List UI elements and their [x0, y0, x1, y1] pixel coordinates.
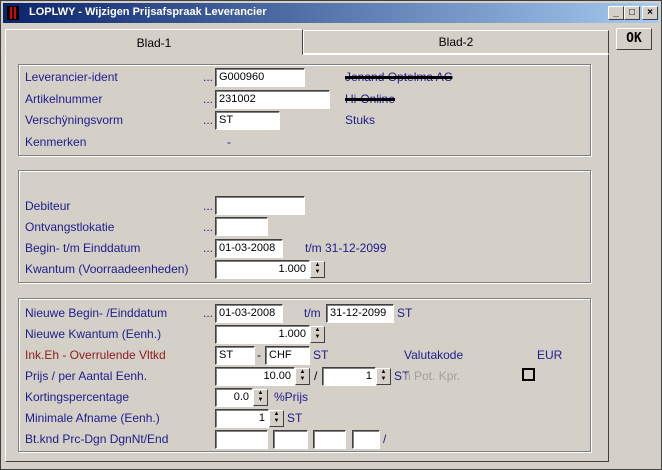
valutakode-label: Valutakode	[404, 348, 464, 362]
korting-unit: %Prijs	[274, 390, 309, 404]
verschijning-field[interactable]: ST	[215, 111, 280, 130]
spin-up-icon[interactable]: ▲	[254, 390, 267, 397]
prijs-stepper[interactable]: ▲ ▼	[295, 368, 310, 385]
begin-label: Begin- t/m Einddatum	[25, 241, 141, 255]
spin-up-icon[interactable]: ▲	[311, 262, 324, 269]
artikel-label: Artikelnummer	[25, 92, 103, 106]
verschijning-label: Verschÿningsvorm	[25, 113, 124, 127]
inkeh-separator: -	[257, 348, 261, 362]
nieuwe-kwantum-stepper[interactable]: ▲ ▼	[310, 326, 325, 343]
app-icon	[7, 6, 19, 20]
nieuwe-begin-unit: ST	[397, 306, 413, 320]
tab-blad-1[interactable]: Blad-1	[5, 29, 303, 55]
valutakode-value: EUR	[537, 348, 563, 362]
btknd-separator: /	[383, 432, 387, 446]
window-title: LOPLWY - Wijzigen Prijsafspraak Leveranc…	[29, 6, 267, 18]
leader-dots: ...	[203, 92, 214, 106]
minafname-unit: ST	[287, 411, 303, 425]
minafname-field[interactable]: 1	[215, 409, 269, 428]
vltkd-field[interactable]: CHF	[265, 346, 310, 365]
prijs-label: Prijs / per Aantal Eenh.	[25, 369, 148, 383]
leader-dots: ...	[203, 220, 214, 234]
title-bar[interactable]: LOPLWY - Wijzigen Prijsafspraak Leveranc…	[3, 3, 659, 23]
aantal-field[interactable]: 1	[322, 367, 376, 386]
korting-stepper[interactable]: ▲ ▼	[253, 389, 268, 406]
spin-down-icon[interactable]: ▼	[296, 376, 309, 383]
prijs-field[interactable]: 10.00	[215, 367, 295, 386]
nieuwe-begin-label: Nieuwe Begin- /Einddatum	[25, 306, 168, 320]
minafname-stepper[interactable]: ▲ ▼	[269, 410, 284, 427]
leader-dots: ...	[203, 241, 214, 255]
ok-button[interactable]: OK	[616, 28, 652, 50]
ontvangst-field[interactable]	[215, 217, 268, 236]
kwantum-label: Kwantum (Voorraadeenheden)	[25, 262, 189, 276]
close-button[interactable]: ×	[642, 6, 658, 20]
identification-group: Leverancier-ident ... G000960 Jenand Opt…	[18, 64, 591, 156]
ontvangst-label: Ontvangstlokatie	[25, 220, 115, 234]
spin-down-icon[interactable]: ▼	[377, 376, 390, 383]
btknd-field-1[interactable]	[215, 430, 268, 449]
leverancier-name: Jenand Optelma AC	[345, 70, 453, 84]
btknd-field-4[interactable]	[352, 430, 380, 449]
kwantum-stepper[interactable]: ▲ ▼	[310, 261, 325, 278]
debiteur-label: Debiteur	[25, 199, 71, 213]
kenmerken-label: Kenmerken	[25, 135, 87, 149]
aantal-stepper[interactable]: ▲ ▼	[376, 368, 391, 385]
end-date-text: t/m 31-12-2099	[305, 241, 387, 255]
artikel-field[interactable]: 231002	[215, 90, 330, 109]
begin-date-field[interactable]: 01-03-2008	[215, 239, 283, 258]
leader-dots: ...	[203, 199, 214, 213]
spin-up-icon[interactable]: ▲	[311, 327, 324, 334]
inkeh-unit: ST	[313, 348, 329, 362]
minafname-label: Minimale Afname (Eenh.)	[25, 411, 160, 425]
artikel-name: Hi-Online	[345, 92, 396, 106]
inkeh-label: Ink.Eh - Overrulende Vltkd	[25, 348, 166, 362]
spin-up-icon[interactable]: ▲	[270, 411, 283, 418]
tab-panel: Leverancier-ident ... G000960 Jenand Opt…	[5, 54, 609, 462]
pot-kpr-label: n Pot. Kpr.	[404, 369, 461, 383]
debiteur-field[interactable]	[215, 196, 305, 215]
inkeh-field[interactable]: ST	[215, 346, 255, 365]
leverancier-label: Leverancier-ident	[25, 70, 118, 84]
spin-down-icon[interactable]: ▼	[311, 334, 324, 341]
leverancier-field[interactable]: G000960	[215, 68, 305, 87]
nieuwe-eind-field[interactable]: 31-12-2099	[326, 304, 394, 323]
btknd-field-2[interactable]	[273, 430, 308, 449]
spin-up-icon[interactable]: ▲	[377, 369, 390, 376]
app-window: LOPLWY - Wijzigen Prijsafspraak Leveranc…	[0, 0, 662, 470]
leader-dots: ...	[203, 306, 214, 320]
spin-down-icon[interactable]: ▼	[311, 269, 324, 276]
pot-kpr-checkbox[interactable]	[522, 368, 535, 381]
leader-dots: ...	[203, 113, 214, 127]
prijs-separator: /	[314, 369, 318, 383]
leader-dots: ...	[203, 70, 214, 84]
korting-field[interactable]: 0.0	[215, 388, 253, 407]
spin-up-icon[interactable]: ▲	[296, 369, 309, 376]
spin-down-icon[interactable]: ▼	[270, 418, 283, 425]
verschijning-desc: Stuks	[345, 113, 376, 127]
maximize-button[interactable]: □	[624, 6, 640, 20]
new-agreement-group: Nieuwe Begin- /Einddatum ... 01-03-2008 …	[18, 298, 591, 452]
tab-blad-2[interactable]: Blad-2	[303, 30, 609, 54]
kwantum-field[interactable]: 1.000	[215, 260, 310, 279]
spin-down-icon[interactable]: ▼	[254, 397, 267, 404]
nieuwe-begin-field[interactable]: 01-03-2008	[215, 304, 283, 323]
minimize-button[interactable]: _	[608, 6, 624, 20]
korting-label: Kortingspercentage	[25, 390, 130, 404]
tm-label: t/m	[304, 306, 321, 320]
nieuwe-kwantum-field[interactable]: 1.000	[215, 325, 310, 344]
nieuwe-kwantum-label: Nieuwe Kwantum (Eenh.)	[25, 327, 162, 341]
btknd-label: Bt.knd Prc-Dgn DgnNt/End	[25, 432, 169, 446]
btknd-field-3[interactable]	[313, 430, 346, 449]
customer-group: Debiteur ... Ontvangstlokatie ... Begin-…	[18, 170, 591, 283]
kenmerken-value: -	[227, 135, 231, 149]
